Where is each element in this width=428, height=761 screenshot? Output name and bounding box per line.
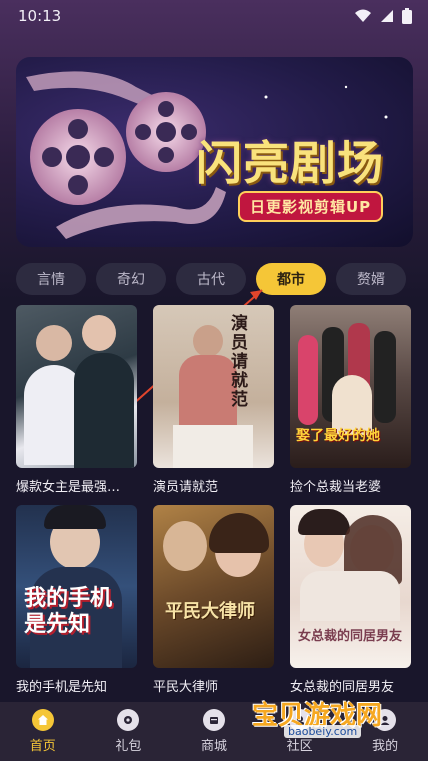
cover-text: 平民大律师 xyxy=(165,601,255,622)
tab-fantasy[interactable]: 奇幻 xyxy=(96,263,166,295)
drama-cover[interactable]: 平民大律师 xyxy=(153,505,274,668)
nav-home[interactable]: 首页 xyxy=(13,709,73,754)
drama-card[interactable]: 我的手机是先知 我的手机是先知 xyxy=(16,505,137,705)
drama-title: 平民大律师 xyxy=(153,680,219,695)
tab-romance[interactable]: 言情 xyxy=(16,263,86,295)
drama-card[interactable]: 演员请就范 演员请就范 xyxy=(153,305,274,505)
wifi-icon xyxy=(355,9,371,22)
cover-text: 女总裁的同居男友 xyxy=(298,629,403,644)
tab-ancient[interactable]: 古代 xyxy=(176,263,246,295)
tab-son-in-law[interactable]: 赘婿 xyxy=(336,263,406,295)
store-icon xyxy=(202,709,225,731)
drama-cover[interactable]: 演员请就范 xyxy=(153,305,274,468)
nav-store[interactable]: 商城 xyxy=(184,709,244,754)
drama-card[interactable]: 女总裁的同居男友 女总裁的同居男友 xyxy=(290,505,411,705)
nav-label: 商城 xyxy=(200,739,227,754)
status-bar: 10:13 xyxy=(0,0,428,32)
drama-title: 演员请就范 xyxy=(153,480,219,495)
banner-subtitle: 日更影视剪辑UP xyxy=(238,191,384,222)
nav-label: 首页 xyxy=(29,739,56,754)
promo-banner[interactable]: 闪亮剧场 日更影视剪辑UP xyxy=(16,57,413,247)
drama-title: 我的手机是先知 xyxy=(16,680,108,695)
home-icon xyxy=(31,709,54,731)
drama-card[interactable]: 娶了最好的她 捡个总裁当老婆 xyxy=(290,305,411,505)
nav-label: 礼包 xyxy=(115,739,142,754)
nav-label: 我的 xyxy=(372,739,399,754)
cover-text: 我的手机是先知 xyxy=(24,585,113,637)
battery-icon xyxy=(402,8,412,24)
banner-title: 闪亮剧场 xyxy=(196,136,384,190)
cover-text: 演员请就范 xyxy=(231,314,248,410)
drama-grid: 爆款女主是最强… 演员请就范 演员请就范 娶了最好的她 捡个总裁当老婆 我的手机… xyxy=(16,305,412,705)
cover-text: 娶了最好的她 xyxy=(296,428,380,444)
drama-title: 女总裁的同居男友 xyxy=(290,680,395,695)
drama-cover[interactable] xyxy=(16,305,137,468)
drama-title: 捡个总裁当老婆 xyxy=(290,480,382,495)
status-time: 10:13 xyxy=(18,7,62,25)
drama-card[interactable]: 平民大律师 平民大律师 xyxy=(153,505,274,705)
drama-title: 爆款女主是最强… xyxy=(16,480,121,495)
tab-urban[interactable]: 都市 xyxy=(256,263,326,295)
drama-cover[interactable]: 我的手机是先知 xyxy=(16,505,137,668)
category-tabs: 言情 奇幻 古代 都市 赘婿 xyxy=(16,263,406,297)
drama-cover[interactable]: 娶了最好的她 xyxy=(290,305,411,468)
signal-icon xyxy=(381,10,393,22)
gift-icon xyxy=(117,709,140,731)
drama-card[interactable]: 爆款女主是最强… xyxy=(16,305,137,505)
watermark-url: baobeiy.com xyxy=(284,725,362,738)
drama-cover[interactable]: 女总裁的同居男友 xyxy=(290,505,411,668)
nav-gift[interactable]: 礼包 xyxy=(98,709,158,754)
status-icons xyxy=(354,8,412,24)
